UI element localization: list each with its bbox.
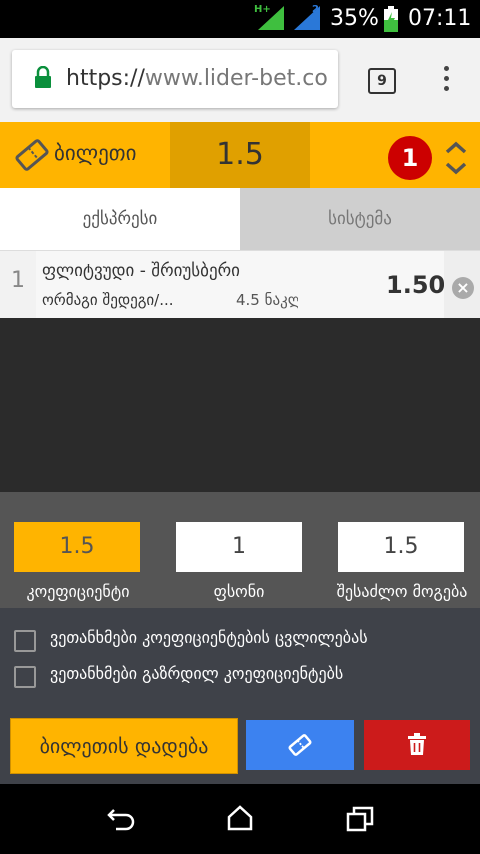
selection-count-badge: 1 xyxy=(388,136,432,180)
ticket-icon xyxy=(15,139,49,171)
signal-icon-sim1 xyxy=(258,6,284,30)
total-odds: 1.5 xyxy=(170,122,310,188)
accept-odds-change-row[interactable]: ვეთანხმები კოეფიციენტების ცვლილებას xyxy=(14,626,474,656)
accept-increased-odds-checkbox[interactable] xyxy=(14,666,36,688)
accept-odds-change-label: ვეთანხმები კოეფიციენტების ცვლილებას xyxy=(50,628,368,647)
stake-panel: 1.5 1 1.5 კოეფიციენტი ფსონი შესაძლო მოგე… xyxy=(0,492,480,608)
tab-system[interactable]: სისტემა xyxy=(240,188,480,250)
accept-increased-odds-label: ვეთანხმები გაზრდილ კოეფიციენტებს xyxy=(50,664,344,683)
system-nav-bar xyxy=(0,784,480,854)
empty-area xyxy=(0,318,480,492)
recent-apps-icon[interactable] xyxy=(346,806,374,832)
place-bet-button[interactable]: ბილეთის დადება xyxy=(10,718,238,774)
bet-index: 1 xyxy=(0,251,36,319)
ticket-icon xyxy=(288,734,312,756)
browser-toolbar: https://www.lider-bet.co 9 xyxy=(0,38,480,122)
battery-charging-icon xyxy=(384,6,398,32)
bet-market: ორმაგი შედეგი/... xyxy=(42,291,174,309)
ticket-header[interactable]: ბილეთი 1.5 1 xyxy=(0,122,480,188)
status-bar: H+ 2 35% 07:11 xyxy=(0,0,480,38)
address-bar[interactable]: https://www.lider-bet.co xyxy=(12,50,338,108)
url-text: https://www.lider-bet.co xyxy=(66,66,328,91)
clock: 07:11 xyxy=(408,6,472,31)
url-host: www.lider-bet.co xyxy=(144,66,328,91)
ticket-title: ბილეთი xyxy=(54,141,137,165)
bet-match: ფლიტვუდი - შრიუსბერი xyxy=(42,261,240,281)
bet-odd: 1.50 xyxy=(386,271,446,299)
tab-switcher-button[interactable]: 9 xyxy=(368,68,396,94)
url-scheme: https:// xyxy=(66,66,145,91)
more-menu-icon[interactable] xyxy=(436,66,456,96)
signal-icon-sim2 xyxy=(294,6,320,30)
accept-increased-odds-row[interactable]: ვეთანხმები გაზრდილ კოეფიციენტებს xyxy=(14,662,474,692)
close-icon: × xyxy=(452,277,474,299)
bet-line: 4.5 ნაკლები xyxy=(236,291,298,309)
expand-collapse-icon[interactable] xyxy=(444,140,468,176)
odds-label: კოეფიციენტი xyxy=(26,582,130,601)
back-icon[interactable] xyxy=(106,806,136,832)
trash-icon xyxy=(408,733,426,755)
odds-field: 1.5 xyxy=(14,522,140,572)
agreement-panel: ვეთანხმები კოეფიციენტების ცვლილებას ვეთა… xyxy=(0,608,480,708)
bet-row: 1 ფლიტვუდი - შრიუსბერი ორმაგი შედეგი/...… xyxy=(0,250,480,320)
action-bar: ბილეთის დადება xyxy=(0,708,480,784)
home-icon[interactable] xyxy=(226,804,254,832)
bet-details: ფლიტვუდი - შრიუსბერი ორმაგი შედეგი/... 4… xyxy=(36,251,446,319)
battery-percent: 35% xyxy=(330,6,379,31)
stake-label: ფსონი xyxy=(213,582,265,601)
remove-bet-button[interactable]: × xyxy=(444,251,480,319)
clear-ticket-button[interactable] xyxy=(364,720,470,770)
possible-win-label: შესაძლო მოგება xyxy=(336,582,468,601)
lock-icon xyxy=(35,66,51,88)
accept-odds-change-checkbox[interactable] xyxy=(14,630,36,652)
ticket-action-button[interactable] xyxy=(246,720,354,770)
tab-express[interactable]: ექსპრესი xyxy=(0,188,240,250)
bet-type-tabs: ექსპრესი სისტემა xyxy=(0,188,480,250)
possible-win-field: 1.5 xyxy=(338,522,464,572)
stake-input[interactable]: 1 xyxy=(176,522,302,572)
